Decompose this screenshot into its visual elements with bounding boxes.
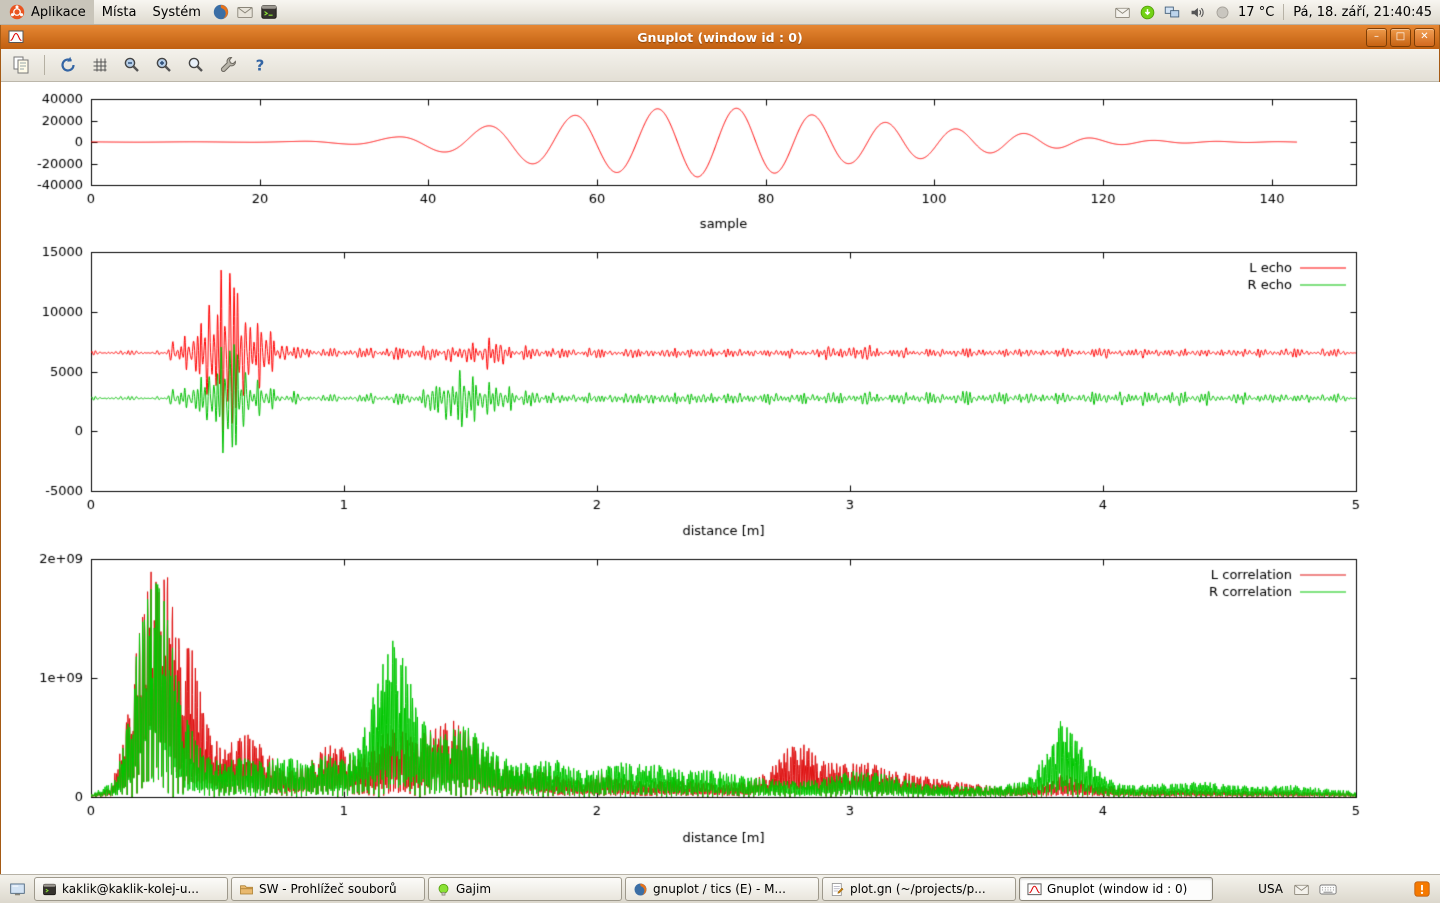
panel-tray: 17 °C Pá, 18. září, 21:40:45	[1113, 0, 1440, 24]
menu-label-applications: Aplikace	[31, 5, 86, 20]
clock-applet[interactable]: Pá, 18. září, 21:40:45	[1293, 5, 1432, 20]
terminal-launcher-icon[interactable]	[257, 0, 281, 24]
file-manager-icon	[238, 881, 254, 897]
window-title: Gnuplot (window id : 0)	[1, 30, 1439, 45]
network-monitors-icon[interactable]	[1163, 3, 1181, 21]
close-button[interactable]: ✕	[1414, 28, 1435, 47]
taskbar-button-file-manager[interactable]: SW - Prohlížeč souborů	[231, 877, 425, 901]
firefox-icon	[632, 881, 648, 897]
bottom-taskbar: kaklik@kaklik-kolej-u... SW - Prohlížeč …	[0, 874, 1440, 903]
menu-applications[interactable]: Aplikace	[0, 0, 94, 24]
temperature-label[interactable]: 17 °C	[1238, 5, 1274, 20]
maximize-button[interactable]: □	[1390, 28, 1411, 47]
minimize-button[interactable]: –	[1366, 28, 1387, 47]
top-panel: Aplikace Místa Systém	[0, 0, 1440, 25]
copy-to-clipboard-button[interactable]	[7, 51, 35, 79]
task-label: gnuplot / tics (E) - M...	[653, 882, 786, 896]
task-label: plot.gn (~/projects/p...	[850, 882, 986, 896]
zoom-next-button[interactable]	[150, 51, 178, 79]
taskbar-button-text-editor[interactable]: plot.gn (~/projects/p...	[822, 877, 1016, 901]
desktop: Aplikace Místa Systém	[0, 0, 1440, 900]
show-desktop-button[interactable]	[3, 877, 31, 901]
taskbar-tray: USA	[1258, 880, 1437, 898]
gnuplot-toolbar: ?	[1, 49, 1439, 82]
zoom-previous-button[interactable]	[118, 51, 146, 79]
update-icon[interactable]	[1138, 3, 1156, 21]
task-label: Gajim	[456, 882, 491, 896]
window-titlebar[interactable]: Gnuplot (window id : 0) – □ ✕	[1, 25, 1439, 49]
taskbar-button-gajim[interactable]: Gajim	[428, 877, 622, 901]
terminal-icon	[41, 881, 57, 897]
taskbar-button-terminal[interactable]: kaklik@kaklik-kolej-u...	[34, 877, 228, 901]
volume-icon[interactable]	[1188, 3, 1206, 21]
gnuplot-window-icon	[7, 28, 25, 46]
gajim-icon	[435, 881, 451, 897]
keyboard-icon[interactable]	[1319, 880, 1337, 898]
taskbar-button-firefox[interactable]: gnuplot / tics (E) - M...	[625, 877, 819, 901]
task-label: kaklik@kaklik-kolej-u...	[62, 882, 199, 896]
toolbar-separator	[44, 55, 45, 75]
gnuplot-window: Gnuplot (window id : 0) – □ ✕	[0, 25, 1440, 874]
panel-menus: Aplikace Místa Systém	[0, 0, 281, 24]
menu-label-places: Místa	[102, 5, 137, 20]
replot-refresh-button[interactable]	[54, 51, 82, 79]
mail-icon[interactable]	[1292, 880, 1310, 898]
grid-toggle-button[interactable]	[86, 51, 114, 79]
task-label: SW - Prohlížeč souborů	[259, 882, 397, 896]
autoscale-button[interactable]	[182, 51, 210, 79]
taskbar-button-gnuplot[interactable]: Gnuplot (window id : 0)	[1019, 877, 1213, 901]
configure-wrench-button[interactable]	[214, 51, 242, 79]
gnuplot-icon	[1026, 881, 1042, 897]
mail-launcher-icon[interactable]	[233, 0, 257, 24]
notification-icon[interactable]	[1413, 880, 1431, 898]
menu-label-system: Systém	[152, 5, 200, 20]
text-editor-icon	[829, 881, 845, 897]
help-button[interactable]: ?	[246, 51, 274, 79]
distributor-logo-icon	[8, 3, 26, 21]
mail-notification-icon[interactable]	[1113, 3, 1131, 21]
firefox-launcher-icon[interactable]	[209, 0, 233, 24]
task-label: Gnuplot (window id : 0)	[1047, 882, 1187, 896]
menu-system[interactable]: Systém	[144, 0, 208, 24]
svg-text:?: ?	[256, 57, 265, 75]
weather-icon[interactable]	[1213, 3, 1231, 21]
window-buttons: – □ ✕	[1366, 28, 1435, 47]
plot-area	[1, 82, 1439, 874]
panel-separator	[1283, 4, 1284, 20]
menu-places[interactable]: Místa	[94, 0, 145, 24]
plot-canvas[interactable]	[1, 82, 1440, 874]
keyboard-layout-indicator[interactable]: USA	[1258, 882, 1283, 896]
